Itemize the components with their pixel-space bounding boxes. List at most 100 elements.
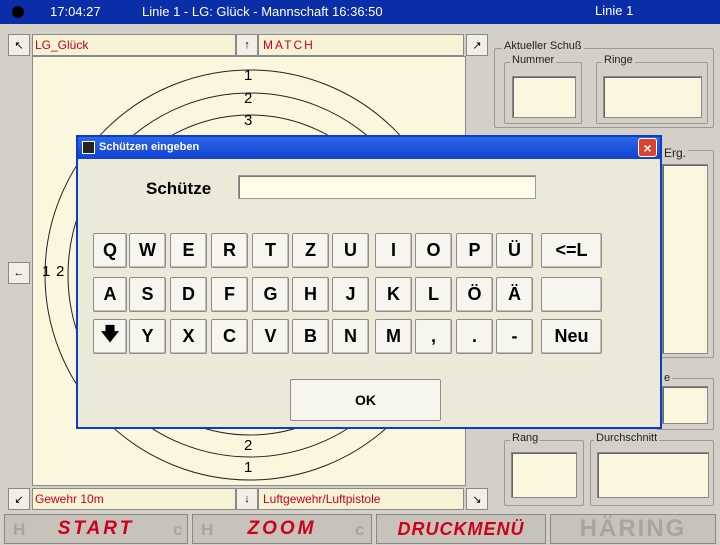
arrow-down-icon: ↓ [244,493,250,505]
average-label: Durchschnitt [594,432,660,444]
rings-field [603,76,702,118]
arrow-down-right-icon: ↘ [472,493,482,506]
key-d[interactable]: D [170,277,207,312]
key-q[interactable]: Q [93,233,127,268]
arrow-down-left-icon: ↙ [14,493,24,506]
arrow-up-button[interactable]: ↑ [236,34,258,56]
shift-down-key[interactable]: 🡇 [93,319,127,354]
ring-label: 1 [244,459,253,476]
result-label: Erg. [662,146,689,160]
arrow-up-left-button[interactable]: ↖ [8,34,30,56]
line-label: Linie 1 [595,3,634,18]
ring-label: 3 [244,112,253,129]
shooter-name-input[interactable] [238,175,536,199]
clock-time: 17:04:27 [50,4,101,19]
key-f[interactable]: F [211,277,248,312]
key-h[interactable]: H [292,277,329,312]
key-period[interactable]: . [456,319,493,354]
logo-ghost: c [173,520,183,539]
key-dash[interactable]: - [496,319,533,354]
key-r[interactable]: R [211,233,248,268]
key-p[interactable]: P [456,233,493,268]
key-x[interactable]: X [170,319,207,354]
print-menu-label: DRUCKMENÜ [397,518,525,539]
window-title: Linie 1 - LG: Glück - Mannschaft 16:36:5… [142,4,383,19]
key-z[interactable]: Z [292,233,329,268]
key-l[interactable]: L [415,277,452,312]
key-j[interactable]: J [332,277,369,312]
key-v[interactable]: V [252,319,289,354]
start-label: START [57,518,135,539]
current-shot-title: Aktueller Schuß [502,40,584,52]
dialog-title: Schützen eingeben [99,141,200,153]
zoom-label: ZOOM [247,518,317,539]
rank-label: Rang [510,432,541,444]
average-field [597,452,709,498]
key-comma[interactable]: , [415,319,452,354]
start-button[interactable]: H START c [4,514,188,544]
key-ä[interactable]: Ä [496,277,533,312]
shooter-entry-dialog: Schützen eingeben × Schütze OK QWERTZUIO… [76,135,662,429]
status-dot-icon [12,6,24,18]
discipline-label: Luftgewehr/Luftpistole [258,488,464,510]
brand-logo: HÄRING [550,514,716,544]
ring-label: 2 [244,437,253,454]
close-button[interactable]: × [638,138,657,157]
rings-label: Ringe [602,54,635,66]
key-b[interactable]: B [292,319,329,354]
print-menu-button[interactable]: DRUCKMENÜ [376,514,546,544]
app-icon [82,141,95,154]
weapon-label: Gewehr 10m [32,488,236,510]
key-e[interactable]: E [170,233,207,268]
arrow-up-left-icon: ↖ [14,39,24,52]
number-field [512,76,576,118]
partial-label: e [662,372,673,384]
bottom-toolbar: H START c H ZOOM c DRUCKMENÜ HÄRING [0,512,720,545]
close-icon: × [643,139,652,156]
key-k[interactable]: K [375,277,412,312]
arrow-up-right-icon: ↗ [472,39,482,52]
key-w[interactable]: W [129,233,166,268]
key-a[interactable]: A [93,277,127,312]
key-blank[interactable] [541,277,602,312]
logo-ghost: H [201,520,214,539]
ok-button[interactable]: OK [290,379,441,421]
backspace-key[interactable]: <=L [541,233,602,268]
ok-label: OK [355,392,376,408]
shooter-label: LG_Glück [32,34,236,56]
arrow-left-icon: ← [13,267,25,279]
arrow-down-left-button[interactable]: ↙ [8,488,30,510]
rank-field [511,452,577,498]
key-ö[interactable]: Ö [456,277,493,312]
arrow-up-right-button[interactable]: ↗ [466,34,488,56]
arrow-down-right-button[interactable]: ↘ [466,488,488,510]
key-o[interactable]: O [415,233,452,268]
ring-label: 1 [244,67,253,84]
key-s[interactable]: S [129,277,166,312]
number-label: Nummer [510,54,557,66]
key-t[interactable]: T [252,233,289,268]
dialog-title-bar[interactable]: Schützen eingeben × [78,137,660,159]
key-n[interactable]: N [332,319,369,354]
logo-ghost: H [13,520,26,539]
key-ü[interactable]: Ü [496,233,533,268]
new-key[interactable]: Neu [541,319,602,354]
key-c[interactable]: C [211,319,248,354]
arrow-left-button[interactable]: ← [8,262,30,284]
zoom-button[interactable]: H ZOOM c [192,514,372,544]
arrow-down-button[interactable]: ↓ [236,488,258,510]
ring-label: 1 [42,263,51,280]
mode-label: MATCH [258,34,464,56]
key-y[interactable]: Y [129,319,166,354]
logo-ghost: c [355,520,365,539]
title-bar: 17:04:27 Linie 1 - LG: Glück - Mannschaf… [0,0,720,24]
shooter-name-label: Schütze [146,179,212,198]
arrow-up-icon: ↑ [244,39,250,51]
partial-field [662,386,708,424]
key-g[interactable]: G [252,277,289,312]
ring-label: 2 [56,263,65,280]
key-i[interactable]: I [375,233,412,268]
key-m[interactable]: M [375,319,412,354]
key-u[interactable]: U [332,233,369,268]
brand-label: HÄRING [579,515,687,542]
